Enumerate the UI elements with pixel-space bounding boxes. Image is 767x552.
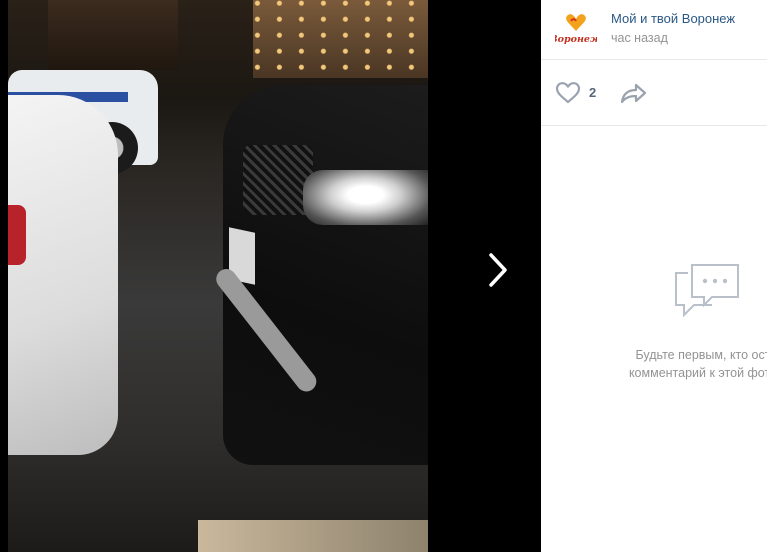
author-info: Мой и твой Воронеж час назад <box>611 10 735 47</box>
share-button[interactable] <box>620 82 648 104</box>
next-photo-button[interactable] <box>478 248 518 292</box>
photo-tail-light <box>8 205 26 265</box>
photo-bumper-bar <box>212 265 321 396</box>
photo-headlight <box>303 170 428 225</box>
comments-empty-message: Будьте первым, кто ост комментарий к это… <box>593 346 767 382</box>
post-time[interactable]: час назад <box>611 30 735 47</box>
avatar[interactable]: Воронеж <box>555 9 597 51</box>
empty-message-line-2: комментарий к этой фото <box>628 366 767 380</box>
side-panel: Воронеж Мой и твой Воронеж час назад 2 <box>541 0 767 552</box>
share-arrow-icon <box>621 83 647 103</box>
comments-bubble-icon <box>672 259 742 328</box>
empty-message-line-1: Будьте первым, кто ост <box>635 348 767 362</box>
photo-area <box>0 0 540 552</box>
avatar-text: Воронеж <box>555 34 597 45</box>
comments-empty-state: Будьте первым, кто ост комментарий к это… <box>541 126 767 552</box>
photo-white-suv <box>8 95 118 455</box>
actions-bar: 2 <box>541 60 767 126</box>
photo-building-left <box>48 0 178 70</box>
author-header: Воронеж Мой и твой Воронеж час назад <box>541 0 767 60</box>
author-name-link[interactable]: Мой и твой Воронеж <box>611 10 735 27</box>
like-count: 2 <box>589 85 597 100</box>
photo-building-right <box>253 0 428 78</box>
photo-black-suv <box>212 85 428 465</box>
photo[interactable] <box>8 0 428 552</box>
photo-viewer: Воронеж Мой и твой Воронеж час назад 2 <box>0 0 767 552</box>
like-button[interactable]: 2 <box>555 81 596 105</box>
photo-curb <box>198 520 428 552</box>
heart-outline-icon <box>555 81 581 103</box>
chevron-right-icon <box>489 253 507 287</box>
heart-logo: Воронеж <box>555 13 597 45</box>
